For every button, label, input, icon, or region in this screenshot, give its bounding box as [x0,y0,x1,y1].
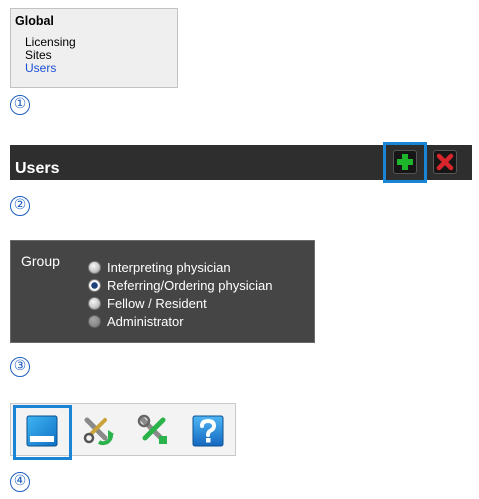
nav-item-users[interactable]: Users [25,62,56,75]
tools-settings-icon [137,414,167,444]
group-option-label: Referring/Ordering physician [107,278,273,293]
tools-settings-button[interactable] [137,414,171,448]
close-icon [436,153,454,171]
tools-refresh-icon [83,417,114,446]
step-marker-1: ① [10,95,30,115]
group-option-label: Interpreting physician [107,260,231,275]
help-icon [192,415,224,447]
radio-button-disabled [88,315,101,328]
help-button[interactable] [191,414,225,448]
add-user-button[interactable] [393,150,417,174]
users-toolbar-title: Users [15,160,60,177]
step-marker-4: ④ [10,472,30,492]
group-option-label: Administrator [107,314,184,329]
icon-toolbar [10,403,236,460]
global-nav-title: Global [15,14,54,28]
window-icon [26,415,58,447]
delete-user-button[interactable] [433,150,457,174]
group-option-label: Fellow / Resident [107,296,207,311]
step-marker-2: ② [10,196,30,216]
group-selector-panel: Group Interpreting physician Referring/O… [10,240,315,343]
users-toolbar: Users [10,142,472,183]
radio-button-selected[interactable] [88,279,101,292]
group-label: Group [21,253,60,269]
tools-refresh-button[interactable] [81,414,115,448]
radio-button[interactable] [88,297,101,310]
global-nav-panel: Global Licensing Sites Users [10,8,178,88]
window-button[interactable] [25,414,59,448]
radio-button[interactable] [88,261,101,274]
step-marker-3: ③ [10,357,30,377]
plus-icon [397,154,413,170]
